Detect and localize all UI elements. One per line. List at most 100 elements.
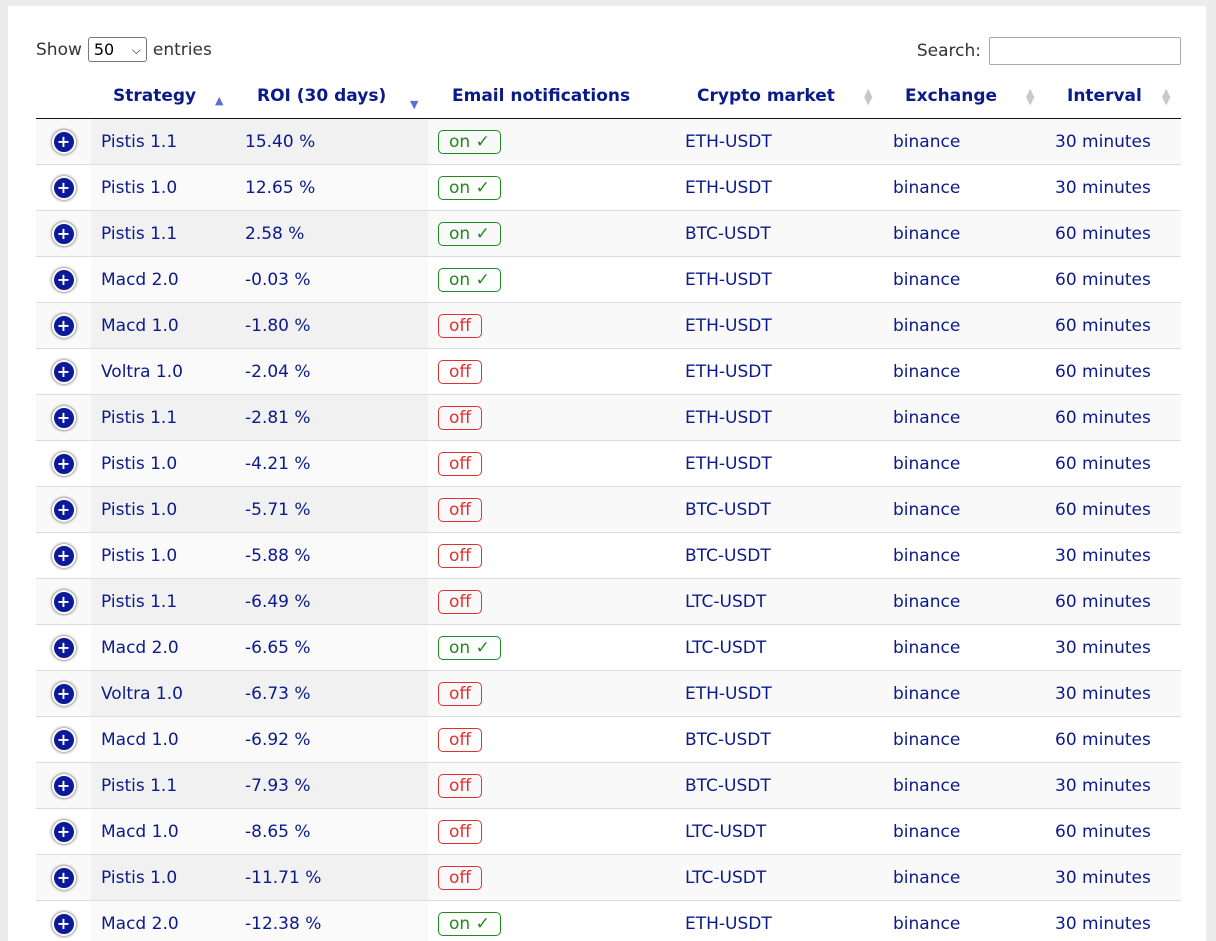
row-expand-cell[interactable]: +	[36, 808, 91, 855]
row-expand-cell[interactable]: +	[36, 440, 91, 487]
row-expand-cell[interactable]: +	[36, 210, 91, 257]
row-expand-cell[interactable]: +	[36, 118, 91, 165]
row-expand-cell[interactable]: +	[36, 578, 91, 625]
email-status-badge[interactable]: on ✓	[438, 129, 501, 154]
roi-value: -4.21 %	[245, 453, 311, 474]
email-status-badge[interactable]: on ✓	[438, 267, 501, 292]
row-expand-cell[interactable]: +	[36, 486, 91, 533]
email-status-badge[interactable]: off	[438, 819, 483, 844]
strategy-cell: Pistis 1.0	[91, 440, 235, 487]
email-notifications-cell: on ✓	[428, 164, 675, 211]
expand-plus-icon[interactable]: +	[51, 405, 76, 430]
email-status-badge[interactable]: off	[438, 727, 483, 752]
crypto-market-value: BTC-USDT	[685, 729, 771, 750]
row-expand-cell[interactable]: +	[36, 900, 91, 941]
row-expand-cell[interactable]: +	[36, 348, 91, 395]
column-header-strategy[interactable]: Strategy ▲▼	[91, 76, 235, 119]
crypto-market-cell: ETH-USDT	[675, 256, 883, 303]
interval-cell: 60 minutes	[1045, 486, 1181, 533]
roi-value: -6.49 %	[245, 591, 311, 612]
table-row: + Pistis 1.1 -2.81 % off ETH-USDT binance 60 m…	[36, 394, 1181, 441]
email-status-badge[interactable]: off	[438, 405, 483, 430]
table-row: + Voltra 1.0 -6.73 % off ETH-USDT binance 30 m…	[36, 670, 1181, 717]
row-expand-cell[interactable]: +	[36, 256, 91, 303]
email-status-badge[interactable]: off	[438, 313, 483, 338]
roi-value: -7.93 %	[245, 775, 311, 796]
interval-value: 30 minutes	[1055, 637, 1151, 658]
sort-descending-icon: ▲▼	[410, 98, 419, 111]
email-status-badge[interactable]: on ✓	[438, 911, 501, 936]
email-notifications-cell: off	[428, 854, 675, 901]
expand-plus-icon[interactable]: +	[51, 129, 76, 154]
expand-plus-icon[interactable]: +	[51, 451, 76, 476]
row-expand-cell[interactable]: +	[36, 762, 91, 809]
expand-plus-icon[interactable]: +	[51, 497, 76, 522]
expand-plus-icon[interactable]: +	[51, 313, 76, 338]
expand-plus-icon[interactable]: +	[51, 359, 76, 384]
crypto-market-value: LTC-USDT	[685, 637, 767, 658]
crypto-market-cell: ETH-USDT	[675, 118, 883, 165]
exchange-cell: binance	[883, 256, 1045, 303]
interval-value: 30 minutes	[1055, 177, 1151, 198]
crypto-market-cell: LTC-USDT	[675, 624, 883, 671]
email-notifications-cell: off	[428, 762, 675, 809]
crypto-market-cell: BTC-USDT	[675, 532, 883, 579]
expand-plus-icon[interactable]: +	[51, 911, 76, 936]
exchange-cell: binance	[883, 578, 1045, 625]
column-header-roi[interactable]: ROI (30 days) ▲▼	[235, 76, 428, 119]
expand-plus-icon[interactable]: +	[51, 681, 76, 706]
roi-cell: 12.65 %	[235, 164, 428, 211]
exchange-value: binance	[893, 545, 961, 566]
row-expand-cell[interactable]: +	[36, 624, 91, 671]
expand-plus-icon[interactable]: +	[51, 221, 76, 246]
column-header-crypto-market[interactable]: Crypto market ▲ ▼	[675, 76, 883, 119]
crypto-market-value: ETH-USDT	[685, 913, 772, 934]
expand-plus-icon[interactable]: +	[51, 589, 76, 614]
strategy-cell: Macd 2.0	[91, 900, 235, 941]
strategy-cell: Macd 2.0	[91, 624, 235, 671]
row-expand-cell[interactable]: +	[36, 394, 91, 441]
row-expand-cell[interactable]: +	[36, 532, 91, 579]
email-notifications-cell: on ✓	[428, 256, 675, 303]
search-input[interactable]	[989, 37, 1181, 65]
expand-plus-icon[interactable]: +	[51, 635, 76, 660]
length-suffix: entries	[152, 39, 212, 60]
email-status-badge[interactable]: off	[438, 865, 483, 890]
interval-cell: 30 minutes	[1045, 854, 1181, 901]
sort-ascending-icon: ▲▼	[215, 94, 224, 107]
expand-plus-icon[interactable]: +	[51, 267, 76, 292]
row-expand-cell[interactable]: +	[36, 854, 91, 901]
expand-plus-icon[interactable]: +	[51, 819, 76, 844]
column-header-control	[36, 76, 91, 119]
crypto-market-value: ETH-USDT	[685, 407, 772, 428]
row-expand-cell[interactable]: +	[36, 164, 91, 211]
row-expand-cell[interactable]: +	[36, 302, 91, 349]
email-status-badge[interactable]: off	[438, 543, 483, 568]
expand-plus-icon[interactable]: +	[51, 175, 76, 200]
column-header-email-notifications[interactable]: Email notifications	[428, 76, 675, 119]
email-status-badge[interactable]: off	[438, 451, 483, 476]
entries-per-page-select[interactable]: 50 ⌵	[87, 37, 147, 62]
exchange-value: binance	[893, 729, 961, 750]
expand-plus-icon[interactable]: +	[51, 865, 76, 890]
column-header-exchange[interactable]: Exchange ▲ ▼	[883, 76, 1045, 119]
email-status-badge[interactable]: on ✓	[438, 175, 501, 200]
row-expand-cell[interactable]: +	[36, 670, 91, 717]
row-expand-cell[interactable]: +	[36, 716, 91, 763]
table-controls: Show 50 ⌵ entries Search:	[36, 32, 1181, 66]
table-row: + Pistis 1.1 -7.93 % off BTC-USDT binance 30 m…	[36, 762, 1181, 809]
email-status-badge[interactable]: off	[438, 681, 483, 706]
email-status-badge[interactable]: off	[438, 497, 483, 522]
email-status-badge[interactable]: off	[438, 589, 483, 614]
crypto-market-value: ETH-USDT	[685, 269, 772, 290]
expand-plus-icon[interactable]: +	[51, 773, 76, 798]
expand-plus-icon[interactable]: +	[51, 543, 76, 568]
roi-value: -12.38 %	[245, 913, 322, 934]
interval-value: 60 minutes	[1055, 315, 1151, 336]
expand-plus-icon[interactable]: +	[51, 727, 76, 752]
email-status-badge[interactable]: on ✓	[438, 221, 501, 246]
email-status-badge[interactable]: off	[438, 359, 483, 384]
email-status-badge[interactable]: off	[438, 773, 483, 798]
email-status-badge[interactable]: on ✓	[438, 635, 501, 660]
column-header-interval[interactable]: Interval ▲ ▼	[1045, 76, 1181, 119]
